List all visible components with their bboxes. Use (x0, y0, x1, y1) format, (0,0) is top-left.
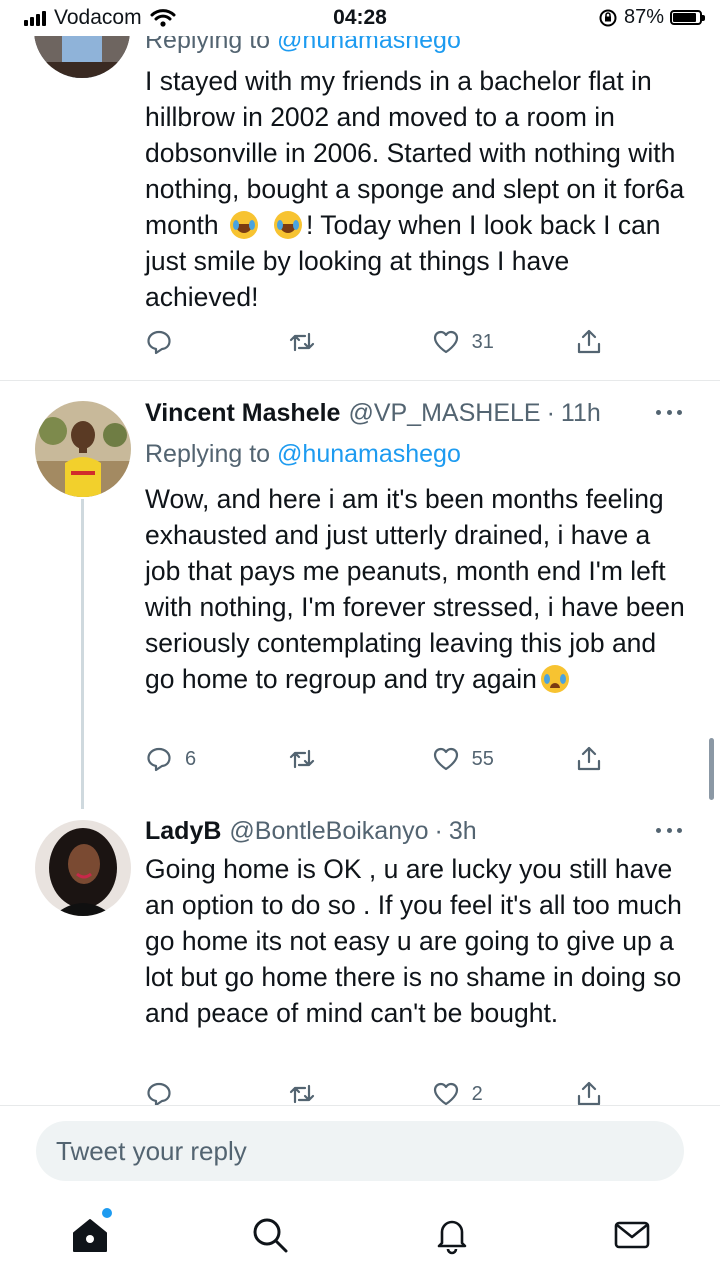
reply-thread[interactable]: Replying to @hunamashego I stayed with m… (0, 0, 720, 1105)
tweet-header: Vincent Mashele @VP_MASHELE · 11h (145, 395, 690, 431)
crying-face-icon (540, 665, 569, 693)
separator-dot: · (434, 817, 443, 845)
like-button[interactable]: 55 (432, 745, 502, 773)
reply-button[interactable] (145, 328, 215, 356)
tweet-header: LadyB @BontleBoikanyo · 3h (145, 813, 690, 849)
replying-to: Replying to @hunamashego (145, 436, 690, 472)
battery-percent: 87% (623, 6, 664, 28)
face-with-tears-of-joy-icon (230, 211, 259, 239)
battery-icon (670, 10, 705, 25)
display-name[interactable]: Vincent Mashele (145, 395, 340, 431)
share-button[interactable] (575, 328, 605, 356)
tweet-text: Wow, and here i am it's been months feel… (145, 481, 690, 697)
thread-line (81, 499, 84, 809)
bottom-panel: Tweet your reply (0, 1105, 720, 1281)
retweet-icon (290, 749, 315, 769)
messages-icon (614, 1221, 650, 1249)
more-options-icon[interactable] (656, 410, 682, 416)
tweet-2[interactable]: Vincent Mashele @VP_MASHELE · 11h Replyi… (0, 381, 720, 809)
like-count: 55 (471, 747, 494, 770)
tab-search[interactable] (250, 1215, 290, 1255)
battery-level (673, 13, 696, 22)
like-button[interactable]: 31 (432, 328, 502, 356)
heart-icon (433, 747, 458, 771)
user-handle[interactable]: @VP_MASHELE (348, 395, 540, 431)
face-with-tears-of-joy-icon (274, 211, 303, 239)
tweet-text-part: Going home is OK , u are lucky you still… (145, 854, 682, 1028)
tweet-time: 3h (448, 817, 477, 845)
tweet-reply-input[interactable]: Tweet your reply (36, 1121, 684, 1181)
search-icon (253, 1218, 288, 1253)
tab-notifications[interactable] (432, 1215, 472, 1255)
retweet-icon (290, 1084, 315, 1104)
more-options-icon[interactable] (656, 828, 682, 834)
like-button[interactable]: 2 (432, 1080, 502, 1105)
tweet-actions: 31 (145, 324, 605, 360)
display-name[interactable]: LadyB (145, 813, 221, 849)
notifications-icon (437, 1220, 467, 1255)
share-button[interactable] (575, 1080, 605, 1105)
scrollbar[interactable] (709, 738, 714, 800)
tweet-time: 11h (560, 399, 601, 427)
tab-home[interactable] (70, 1208, 112, 1255)
tweet-1[interactable]: Replying to @hunamashego I stayed with m… (0, 0, 720, 380)
heart-icon (433, 1082, 458, 1105)
reply-count: 6 (185, 747, 197, 770)
home-icon (73, 1219, 107, 1252)
like-count: 31 (471, 330, 494, 353)
status-bar: Vodacom 04:28 87% (0, 0, 720, 36)
status-right: 87% (598, 6, 705, 29)
separator-dot: · (546, 399, 555, 427)
tab-messages[interactable] (612, 1215, 652, 1255)
retweet-button[interactable] (288, 745, 358, 773)
share-icon (577, 329, 601, 354)
tweet-actions: 6 55 (145, 741, 605, 777)
like-count: 2 (471, 1082, 483, 1105)
avatar[interactable] (35, 401, 131, 497)
reply-icon (147, 1082, 171, 1105)
reply-icon (147, 330, 171, 355)
reply-placeholder: Tweet your reply (56, 1135, 247, 1166)
reply-button[interactable] (145, 1080, 215, 1105)
tweet-text: I stayed with my friends in a bachelor f… (145, 63, 690, 315)
avatar[interactable] (35, 820, 131, 916)
tweet-3[interactable]: LadyB @BontleBoikanyo · 3h Going home is… (0, 801, 720, 1105)
tab-bar (0, 1201, 720, 1271)
tweet-actions: 2 (145, 1076, 605, 1105)
new-content-dot (102, 1208, 112, 1218)
heart-icon (433, 330, 458, 354)
replying-to-label: Replying to (145, 440, 278, 468)
reply-icon (147, 747, 171, 772)
share-icon (577, 1081, 601, 1105)
retweet-icon (290, 332, 315, 352)
reply-button[interactable]: 6 (145, 745, 215, 773)
share-icon (577, 746, 601, 771)
retweet-button[interactable] (288, 1080, 358, 1105)
reply-mention-link[interactable]: @hunamashego (277, 440, 461, 468)
share-button[interactable] (575, 745, 605, 773)
user-handle[interactable]: @BontleBoikanyo (229, 813, 428, 849)
tweet-text-part: Wow, and here i am it's been months feel… (145, 484, 685, 694)
orientation-lock-icon (599, 9, 617, 26)
retweet-button[interactable] (288, 328, 358, 356)
tweet-text: Going home is OK , u are lucky you still… (145, 851, 690, 1031)
